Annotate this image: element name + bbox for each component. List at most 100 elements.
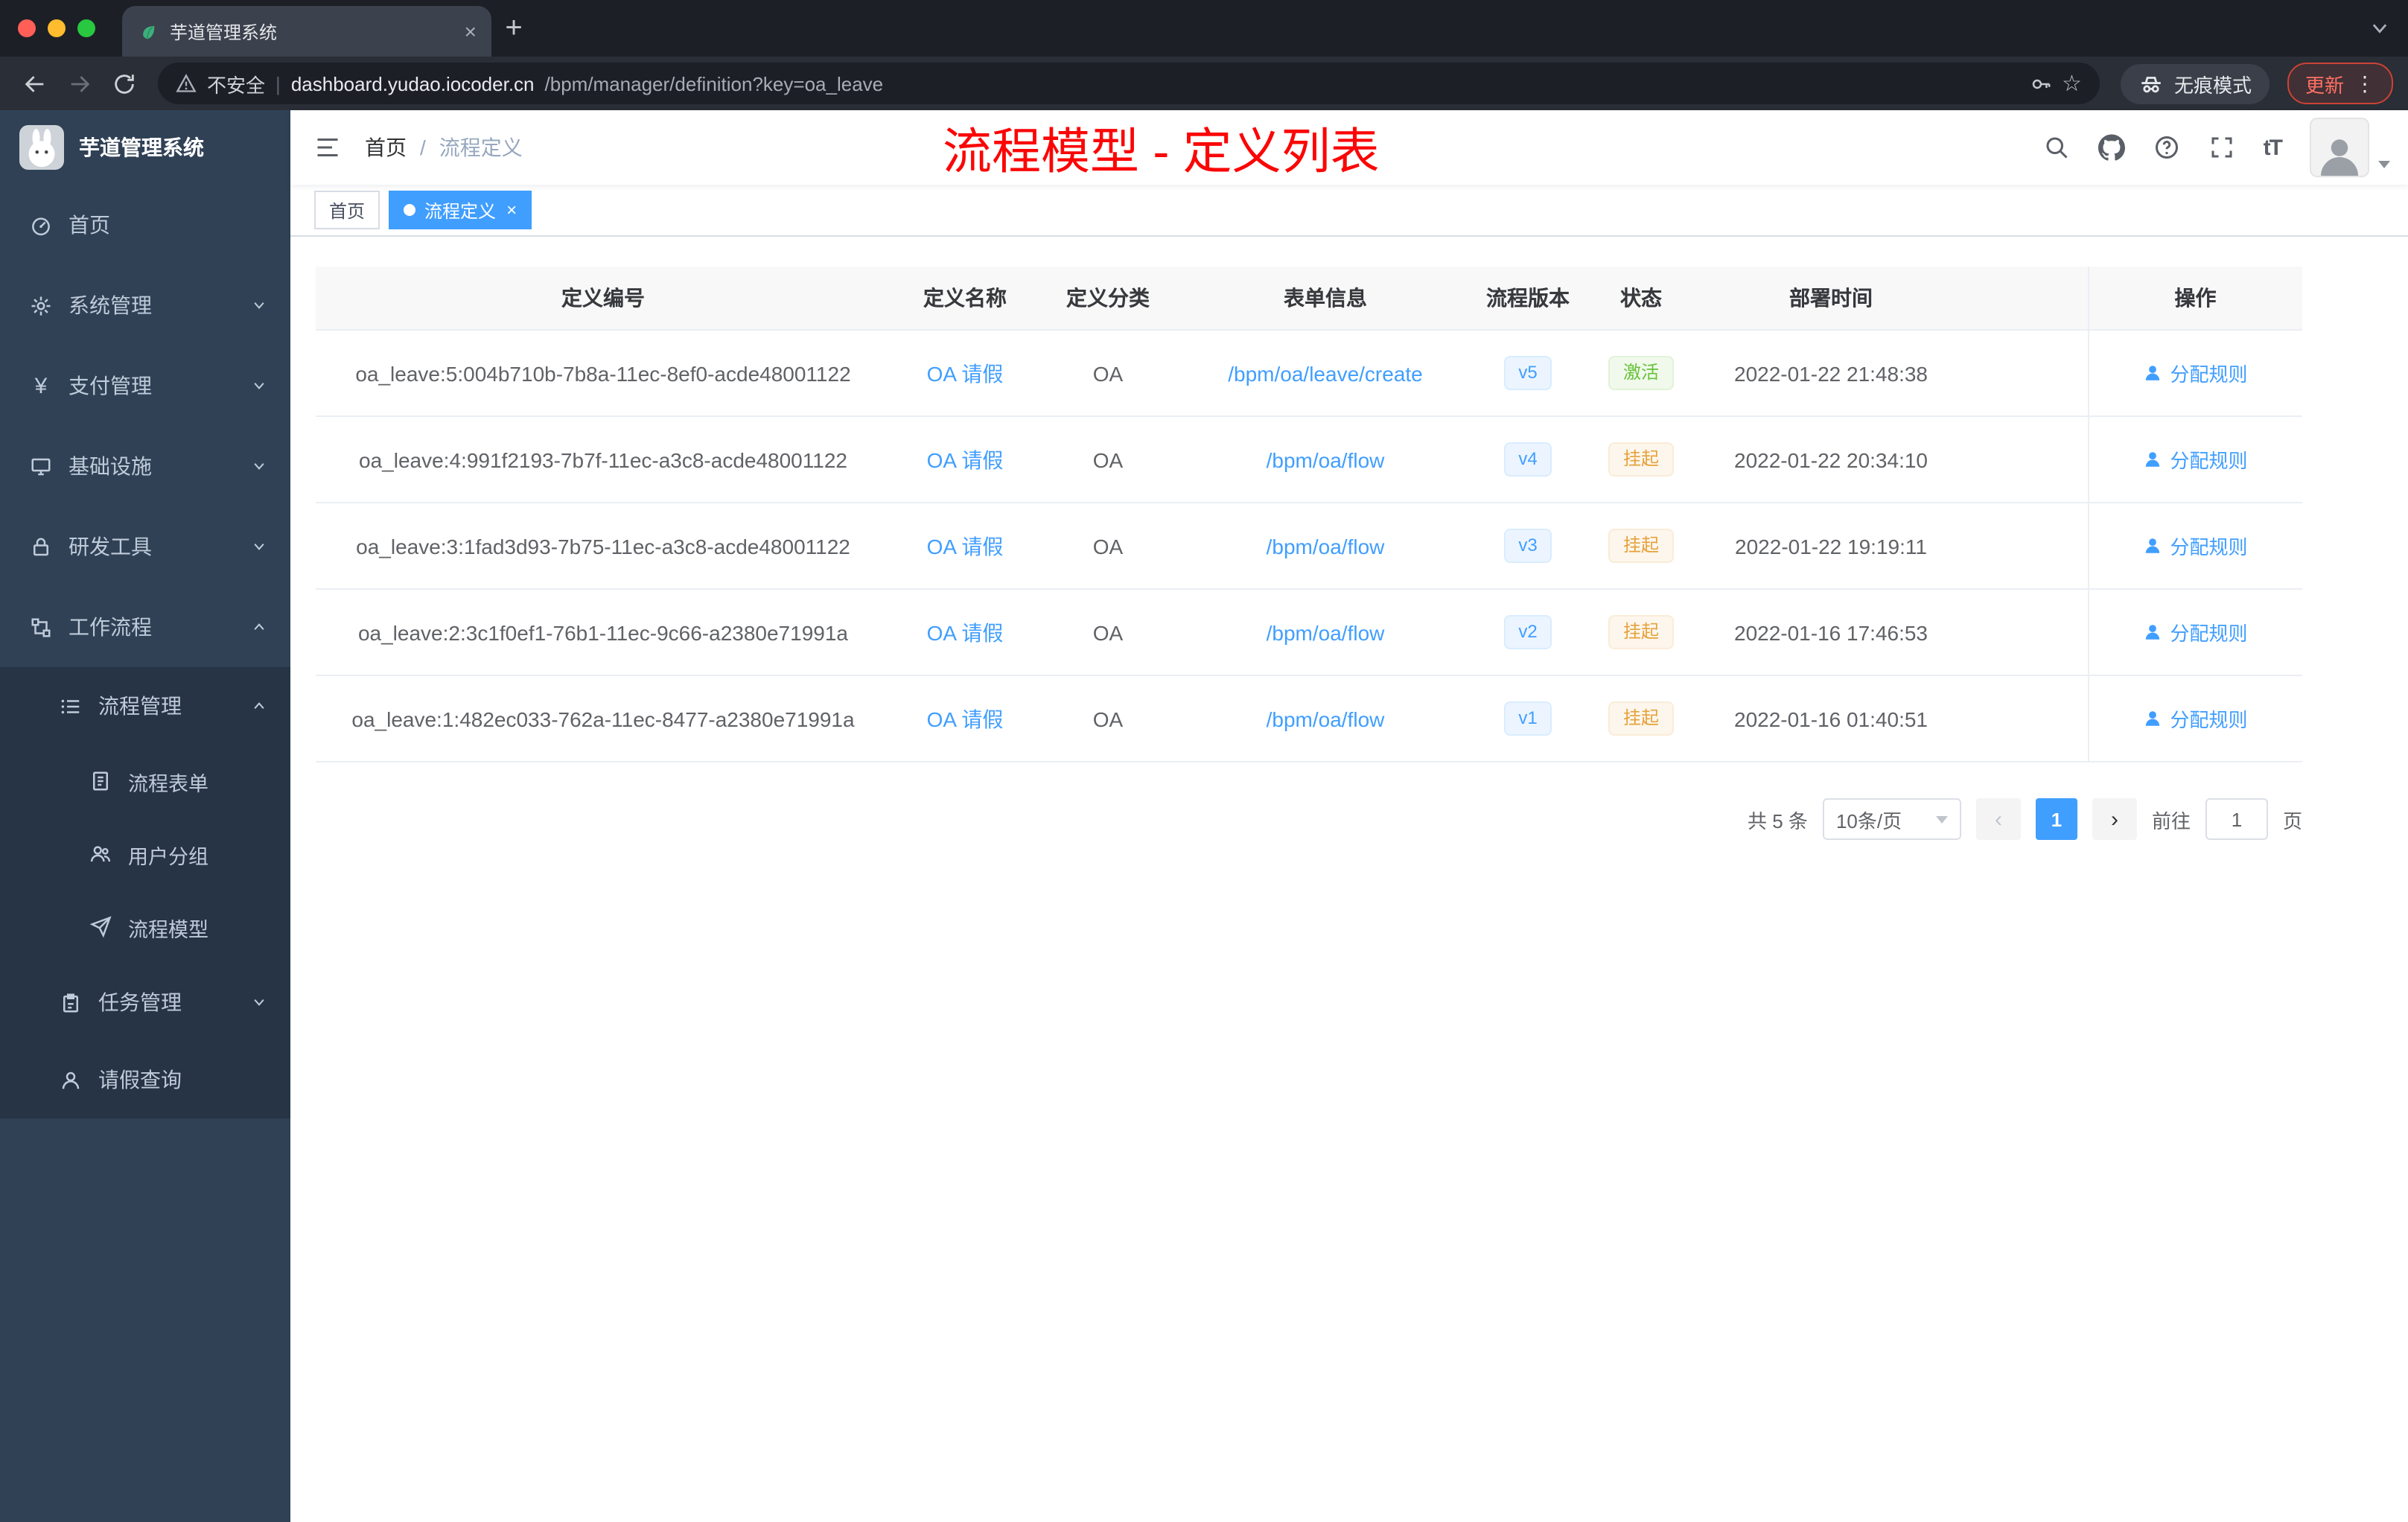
tag-close-icon[interactable]: × xyxy=(506,200,517,220)
sidebar-item-payment-mgmt[interactable]: ¥ 支付管理 xyxy=(0,346,290,426)
fullscreen-icon[interactable] xyxy=(2208,134,2235,161)
page-size-select[interactable]: 10条/页 xyxy=(1822,798,1961,840)
form-link[interactable]: /bpm/oa/leave/create xyxy=(1228,361,1423,385)
definition-id: oa_leave:1:482ec033-762a-11ec-8477-a2380… xyxy=(316,675,891,762)
sidebar-item-task-mgmt[interactable]: 任务管理 xyxy=(0,964,290,1041)
next-page-button[interactable]: › xyxy=(2092,798,2137,840)
navbar-actions: tT xyxy=(2043,118,2408,177)
sidebar-toggle-button[interactable] xyxy=(290,110,365,185)
tag-process-definition[interactable]: 流程定义 × xyxy=(389,191,532,229)
tab-close-icon[interactable]: × xyxy=(465,19,477,43)
address-bar[interactable]: 不安全 | dashboard.yudao.iocoder.cn /bpm/ma… xyxy=(158,63,2100,104)
sidebar-item-workflow[interactable]: 工作流程 xyxy=(0,587,290,667)
definition-name-link[interactable]: OA 请假 xyxy=(927,448,1004,471)
chevron-down-icon xyxy=(252,995,267,1010)
goto-page-input[interactable] xyxy=(2205,798,2268,840)
version-badge: v1 xyxy=(1503,701,1552,736)
help-icon[interactable] xyxy=(2153,134,2180,161)
assign-rule-link[interactable]: 分配规则 xyxy=(2143,445,2248,474)
chevron-down-icon xyxy=(252,539,267,554)
chevron-down-icon xyxy=(252,298,267,313)
update-button[interactable]: 更新 ⋮ xyxy=(2287,63,2393,104)
tab-list-chevron-icon[interactable] xyxy=(2369,18,2390,39)
assign-rule-link[interactable]: 分配规则 xyxy=(2143,532,2248,560)
new-tab-button[interactable]: + xyxy=(491,6,536,51)
form-link[interactable]: /bpm/oa/flow xyxy=(1267,620,1385,644)
breadcrumb-home[interactable]: 首页 xyxy=(365,133,407,162)
person-icon xyxy=(2143,623,2162,642)
not-secure-icon xyxy=(176,73,197,94)
sidebar-item-user-group[interactable]: 用户分组 xyxy=(0,818,290,891)
person-icon xyxy=(2143,450,2162,469)
reload-button[interactable] xyxy=(104,64,143,103)
screen: 芋道管理系统 × + 不安全 | dashboard.yudao.iocoder… xyxy=(0,0,2408,1522)
form-link[interactable]: /bpm/oa/flow xyxy=(1267,448,1385,471)
definition-name-link[interactable]: OA 请假 xyxy=(927,534,1004,558)
bookmark-star-icon[interactable]: ☆ xyxy=(2062,72,2082,95)
assign-rule-link[interactable]: 分配规则 xyxy=(2143,359,2248,387)
password-key-icon[interactable] xyxy=(2029,72,2051,95)
tab-title: 芋道管理系统 xyxy=(170,22,278,42)
person-icon xyxy=(2143,536,2162,555)
definition-category: OA xyxy=(1039,503,1176,590)
github-icon[interactable] xyxy=(2098,134,2125,161)
paper-plane-icon xyxy=(89,916,112,938)
definition-id: oa_leave:5:004b710b-7b8a-11ec-8ef0-acde4… xyxy=(316,330,891,417)
page-number-button[interactable]: 1 xyxy=(2035,798,2077,840)
url-host: dashboard.yudao.iocoder.cn xyxy=(290,72,535,95)
deploy-time: 2022-01-16 17:46:53 xyxy=(1701,589,1961,676)
browser-menu-icon[interactable]: ⋮ xyxy=(2354,71,2375,96)
col-header-category: 定义分类 xyxy=(1039,267,1176,331)
sidebar-item-process-mgmt[interactable]: 流程管理 xyxy=(0,667,290,745)
status-badge: 激活 xyxy=(1608,356,1674,390)
user-icon xyxy=(60,1069,82,1091)
definition-name-link[interactable]: OA 请假 xyxy=(927,361,1004,385)
clipboard-icon xyxy=(60,991,82,1013)
maximize-window-button[interactable] xyxy=(77,19,95,37)
sidebar-logo[interactable]: 芋道管理系统 xyxy=(0,110,290,185)
breadcrumb-separator: / xyxy=(420,136,426,159)
definition-name-link[interactable]: OA 请假 xyxy=(927,707,1004,730)
sidebar-item-home[interactable]: 首页 xyxy=(0,185,290,265)
top-navbar: 首页 / 流程定义 流程模型 - 定义列表 tT xyxy=(290,110,2408,185)
browser-tab-strip: 芋道管理系统 × + xyxy=(0,0,2408,57)
sidebar-item-dev-tools[interactable]: 研发工具 xyxy=(0,506,290,587)
browser-tab[interactable]: 芋道管理系统 × xyxy=(122,6,491,57)
prev-page-button[interactable]: ‹ xyxy=(1975,798,2021,840)
search-icon[interactable] xyxy=(2043,134,2070,161)
table-row: oa_leave:3:1fad3d93-7b75-11ec-a3c8-acde4… xyxy=(316,503,2302,590)
sidebar-item-process-form[interactable]: 流程表单 xyxy=(0,745,290,818)
font-size-icon[interactable]: tT xyxy=(2264,135,2283,160)
sidebar-item-infrastructure[interactable]: 基础设施 xyxy=(0,426,290,506)
sidebar-item-process-model[interactable]: 流程模型 xyxy=(0,891,290,964)
hamburger-icon xyxy=(314,134,341,161)
table-row: oa_leave:1:482ec033-762a-11ec-8477-a2380… xyxy=(316,675,2302,762)
breadcrumb: 首页 / 流程定义 xyxy=(365,133,523,162)
avatar[interactable] xyxy=(2310,118,2369,177)
incognito-label: 无痕模式 xyxy=(2173,74,2252,96)
sidebar-item-leave-query[interactable]: 请假查询 xyxy=(0,1041,290,1118)
close-window-button[interactable] xyxy=(18,19,36,37)
yen-icon: ¥ xyxy=(34,373,48,398)
chevron-down-icon xyxy=(252,459,267,474)
window-controls[interactable] xyxy=(18,19,95,37)
form-link[interactable]: /bpm/oa/flow xyxy=(1267,707,1385,730)
col-header-name: 定义名称 xyxy=(891,267,1039,331)
chevron-up-icon xyxy=(252,620,267,634)
version-badge: v2 xyxy=(1503,615,1552,649)
flow-icon xyxy=(30,616,52,638)
form-link[interactable]: /bpm/oa/flow xyxy=(1267,534,1385,558)
definition-name-link[interactable]: OA 请假 xyxy=(927,620,1004,644)
tag-home[interactable]: 首页 xyxy=(314,191,380,229)
deploy-time: 2022-01-22 20:34:10 xyxy=(1701,416,1961,503)
logo-avatar xyxy=(19,125,64,170)
minimize-window-button[interactable] xyxy=(48,19,66,37)
assign-rule-link[interactable]: 分配规则 xyxy=(2143,704,2248,733)
back-button[interactable] xyxy=(15,64,54,103)
col-header-deploy-time: 部署时间 xyxy=(1701,267,1961,331)
sidebar-item-system-mgmt[interactable]: 系统管理 xyxy=(0,265,290,346)
assign-rule-link[interactable]: 分配规则 xyxy=(2143,618,2248,646)
forward-button[interactable] xyxy=(60,64,98,103)
avatar-caret-icon[interactable] xyxy=(2378,161,2390,168)
definition-category: OA xyxy=(1039,589,1176,676)
